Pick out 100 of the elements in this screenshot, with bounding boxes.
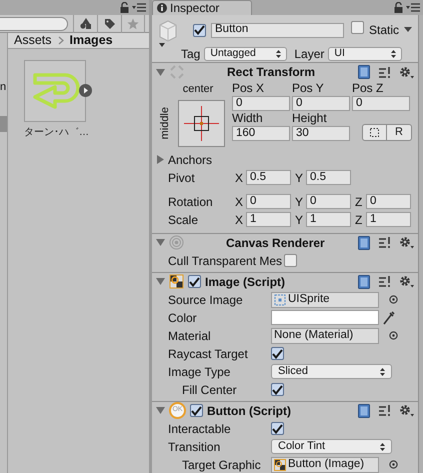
breadcrumb-item[interactable]: Images [70, 31, 113, 50]
play-icon[interactable] [79, 84, 92, 97]
property-label: Raycast Target [167, 346, 249, 362]
inspector-tab[interactable]: Inspector [152, 0, 252, 15]
collapse-triangle-icon[interactable] [156, 406, 165, 415]
dropdown[interactable]: Color Tint [271, 439, 392, 454]
value-field[interactable]: 0 [352, 96, 410, 111]
property-label: Image Type [167, 364, 232, 380]
checkbox[interactable] [190, 404, 203, 417]
sliders-icon[interactable] [378, 275, 391, 288]
object-picker-icon[interactable] [389, 295, 398, 304]
static-label: Static [369, 22, 400, 39]
sliders-icon[interactable] [378, 66, 391, 78]
property-label: Material [167, 328, 212, 344]
anchor-preset-icon[interactable] [178, 100, 225, 146]
sliders-icon[interactable] [378, 236, 391, 249]
property-label: Source Image [167, 292, 244, 308]
object-picker-icon[interactable] [389, 460, 398, 469]
sprite-icon [274, 294, 286, 306]
raw-edit-button[interactable]: R [387, 124, 412, 141]
anchor-label: center [182, 82, 214, 97]
object-field[interactable]: Button (Image) [271, 456, 379, 472]
value-field[interactable]: 0 [232, 96, 290, 111]
checkbox[interactable] [271, 422, 284, 435]
image-component-icon [274, 458, 286, 470]
value-field[interactable]: 1 [306, 212, 351, 227]
menu-icon[interactable] [132, 3, 146, 12]
asset-thumbnail[interactable] [24, 60, 86, 122]
dotted-rect-icon [370, 128, 379, 137]
value-field[interactable]: 0 [292, 96, 350, 111]
property-label: Interactable [167, 420, 232, 438]
help-book-icon[interactable] [358, 404, 370, 418]
value-field[interactable]: 0.5 [246, 170, 291, 185]
up-down-caret-icon [380, 442, 385, 450]
sliders-icon[interactable] [378, 404, 391, 417]
layer-label: Layer [294, 46, 324, 62]
checkbox[interactable] [271, 347, 284, 360]
value-field[interactable]: 0 [246, 194, 291, 209]
object-picker-icon[interactable] [389, 331, 398, 340]
tree-item-label[interactable]: n [0, 81, 7, 94]
gear-icon[interactable] [399, 66, 414, 78]
dropdown-arrow-icon[interactable] [404, 27, 412, 33]
object-field[interactable]: UISprite [271, 292, 379, 308]
lock-icon[interactable] [394, 2, 403, 13]
value-field[interactable]: 0 [366, 194, 411, 209]
component-title: Rect Transform [227, 64, 316, 81]
component-header[interactable]: Canvas Renderer [152, 232, 418, 252]
dropdown[interactable]: Sliced [271, 364, 392, 379]
cube-icon[interactable] [157, 20, 179, 48]
gear-icon[interactable] [399, 404, 414, 417]
value-field[interactable]: 1 [246, 212, 291, 227]
axis-label: X [235, 194, 244, 210]
axis-label: Y [295, 170, 304, 186]
field-label: Height [292, 111, 328, 126]
expand-triangle-icon[interactable] [156, 155, 165, 164]
up-down-caret-icon [380, 368, 385, 376]
property-label: Transition [167, 438, 222, 456]
help-book-icon[interactable] [358, 236, 370, 250]
object-field[interactable]: None (Material) [271, 328, 379, 344]
checkbox[interactable] [271, 383, 284, 396]
component-header[interactable]: Image (Script) [152, 272, 418, 290]
menu-icon[interactable] [406, 3, 420, 12]
collapse-triangle-icon[interactable] [156, 238, 165, 247]
property-label: Color [167, 310, 198, 326]
value-field[interactable]: 0 [306, 194, 351, 209]
property-label: Fill Center [181, 382, 238, 398]
breadcrumb-item[interactable]: Assets [14, 31, 52, 50]
lock-icon[interactable] [120, 2, 129, 13]
name-field[interactable]: Button [211, 22, 344, 38]
search-field[interactable] [0, 16, 68, 30]
asset-name[interactable]: ターン･ハ゛… [24, 125, 89, 140]
blueprint-mode-button[interactable] [362, 124, 387, 141]
checkbox[interactable] [284, 254, 298, 267]
axis-label: X [235, 212, 244, 228]
collapse-triangle-icon[interactable] [156, 277, 165, 286]
help-book-icon[interactable] [358, 274, 370, 288]
value-field[interactable]: 1 [366, 212, 411, 227]
gear-icon[interactable] [399, 275, 414, 288]
checkbox[interactable] [193, 24, 206, 36]
value-field[interactable]: 30 [292, 126, 350, 141]
eyedropper-icon[interactable] [383, 310, 395, 324]
help-book-icon[interactable] [358, 65, 370, 79]
gear-icon[interactable] [399, 236, 414, 249]
chevron-right-icon [58, 36, 64, 45]
layer-dropdown[interactable]: UI [328, 47, 402, 61]
property-label: Scale [167, 212, 200, 228]
scrollbar[interactable] [418, 15, 423, 473]
component-header[interactable]: Rect Transform [152, 62, 418, 81]
checkbox[interactable] [351, 21, 364, 34]
value-field[interactable]: 0.5 [306, 170, 351, 185]
value-field[interactable]: 160 [232, 126, 290, 141]
info-icon [157, 3, 167, 13]
collapse-triangle-icon[interactable] [156, 68, 165, 76]
color-swatch[interactable] [271, 310, 379, 325]
property-label: Rotation [167, 194, 214, 210]
up-down-caret-icon [391, 50, 396, 58]
anchors-foldout[interactable]: Anchors [168, 150, 212, 168]
checkbox[interactable] [188, 275, 201, 288]
tag-label: Tag [181, 46, 200, 62]
tag-dropdown[interactable]: Untagged [204, 47, 288, 61]
